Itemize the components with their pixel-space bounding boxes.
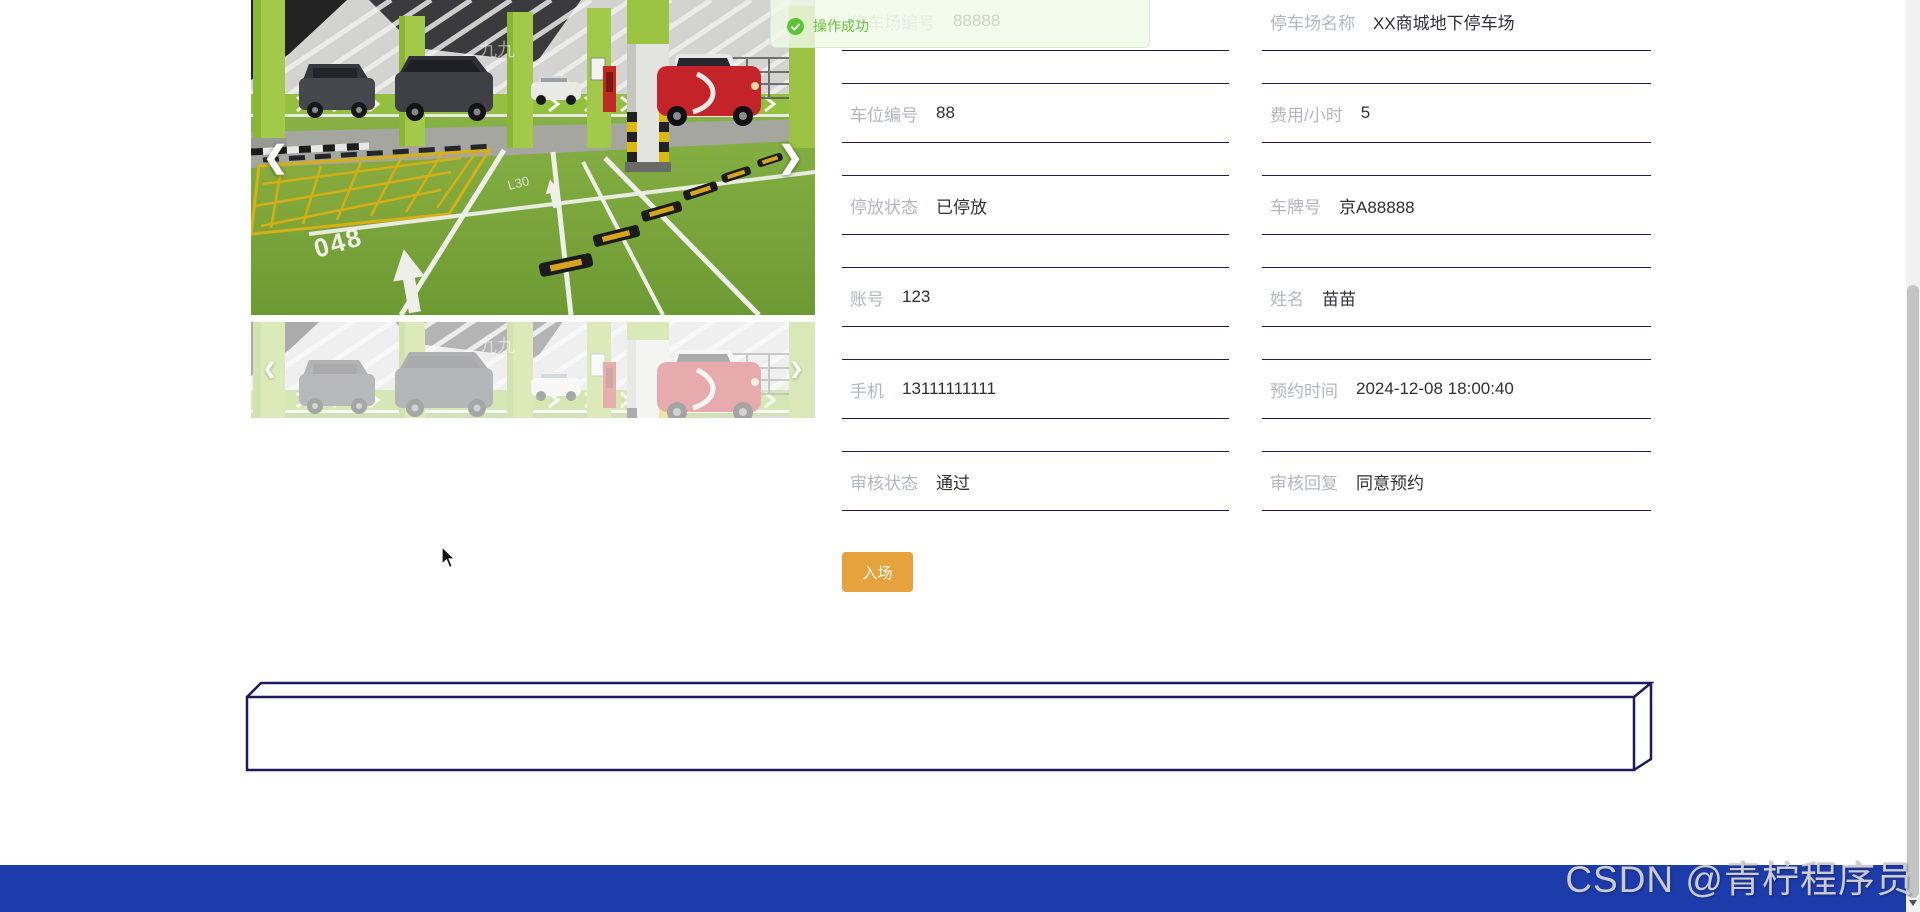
field-label: 预约时间 (1270, 377, 1338, 402)
scrollbar[interactable] (1906, 0, 1920, 912)
field-label: 停车场名称 (1270, 9, 1355, 34)
thumbnail-carousel: ❮ ❯ (251, 322, 815, 418)
page: 048 L30 九九 ❮ ❯ (0, 0, 1920, 912)
form-row: 停放状态 已停放 车牌号 京A88888 (842, 175, 1651, 235)
parking-photo-carousel: 048 L30 九九 ❮ ❯ (251, 0, 815, 315)
field-label: 手机 (850, 377, 884, 402)
field-value: 13111111111 (902, 379, 996, 399)
field-label: 停放状态 (850, 193, 918, 218)
field-reserve-time[interactable]: 预约时间 2024-12-08 18:00:40 (1262, 359, 1651, 419)
field-value: 苗苗 (1322, 285, 1356, 310)
form-row: 审核状态 通过 审核回复 同意预约 (842, 451, 1651, 511)
thumbnail-fade-overlay (251, 322, 815, 418)
parking-garage-photo: 048 L30 九九 (251, 0, 815, 315)
field-value: 京A88888 (1339, 193, 1415, 218)
field-value: 已停放 (936, 193, 987, 218)
field-audit-status[interactable]: 审核状态 通过 (842, 451, 1229, 511)
field-value: 88 (936, 103, 955, 123)
field-value: 123 (902, 287, 930, 307)
form-row: 账号 123 姓名 苗苗 (842, 267, 1651, 327)
footer-3d-wireframe (240, 675, 1660, 785)
field-name[interactable]: 姓名 苗苗 (1262, 267, 1651, 327)
field-account[interactable]: 账号 123 (842, 267, 1229, 327)
field-label: 车牌号 (1270, 193, 1321, 218)
carousel-next-button[interactable]: ❯ (778, 143, 803, 173)
field-label: 姓名 (1270, 285, 1304, 310)
success-check-icon (787, 18, 804, 35)
mouse-cursor (441, 546, 461, 570)
field-space-no[interactable]: 车位编号 88 (842, 83, 1229, 143)
form-row: 车位编号 88 费用/小时 5 (842, 83, 1651, 143)
toast-message: 操作成功 (813, 16, 869, 36)
reservation-detail-form: 停车场编号 88888 停车场名称 XX商城地下停车场 车位编号 88 费用/小… (842, 0, 1651, 543)
field-label: 账号 (850, 285, 884, 310)
field-label: 费用/小时 (1270, 101, 1343, 126)
form-row: 手机 13111111111 预约时间 2024-12-08 18:00:40 (842, 359, 1651, 419)
field-value: 5 (1361, 103, 1370, 123)
thumbnail-next-button[interactable]: ❯ (790, 355, 803, 385)
field-label: 车位编号 (850, 101, 918, 126)
field-value: XX商城地下停车场 (1373, 9, 1515, 34)
field-value: 通过 (936, 469, 970, 494)
field-parking-status[interactable]: 停放状态 已停放 (842, 175, 1229, 235)
field-label: 审核回复 (1270, 469, 1338, 494)
carousel-prev-button[interactable]: ❮ (263, 143, 288, 173)
field-value: 2024-12-08 18:00:40 (1356, 379, 1514, 399)
csdn-watermark: CSDN @青柠程序员 (1565, 849, 1914, 903)
field-label: 审核状态 (850, 469, 918, 494)
field-fee-per-hour[interactable]: 费用/小时 5 (1262, 83, 1651, 143)
field-audit-reply[interactable]: 审核回复 同意预约 (1262, 451, 1651, 511)
scrollbar-thumb[interactable] (1907, 285, 1919, 898)
enter-button[interactable]: 入场 (842, 552, 913, 592)
success-toast: 操作成功 (770, 0, 1150, 48)
field-phone[interactable]: 手机 13111111111 (842, 359, 1229, 419)
field-plate-no[interactable]: 车牌号 京A88888 (1262, 175, 1651, 235)
field-parking-lot-name[interactable]: 停车场名称 XX商城地下停车场 (1262, 0, 1651, 51)
field-value: 同意预约 (1356, 469, 1424, 494)
thumbnail-prev-button[interactable]: ❮ (263, 355, 276, 385)
